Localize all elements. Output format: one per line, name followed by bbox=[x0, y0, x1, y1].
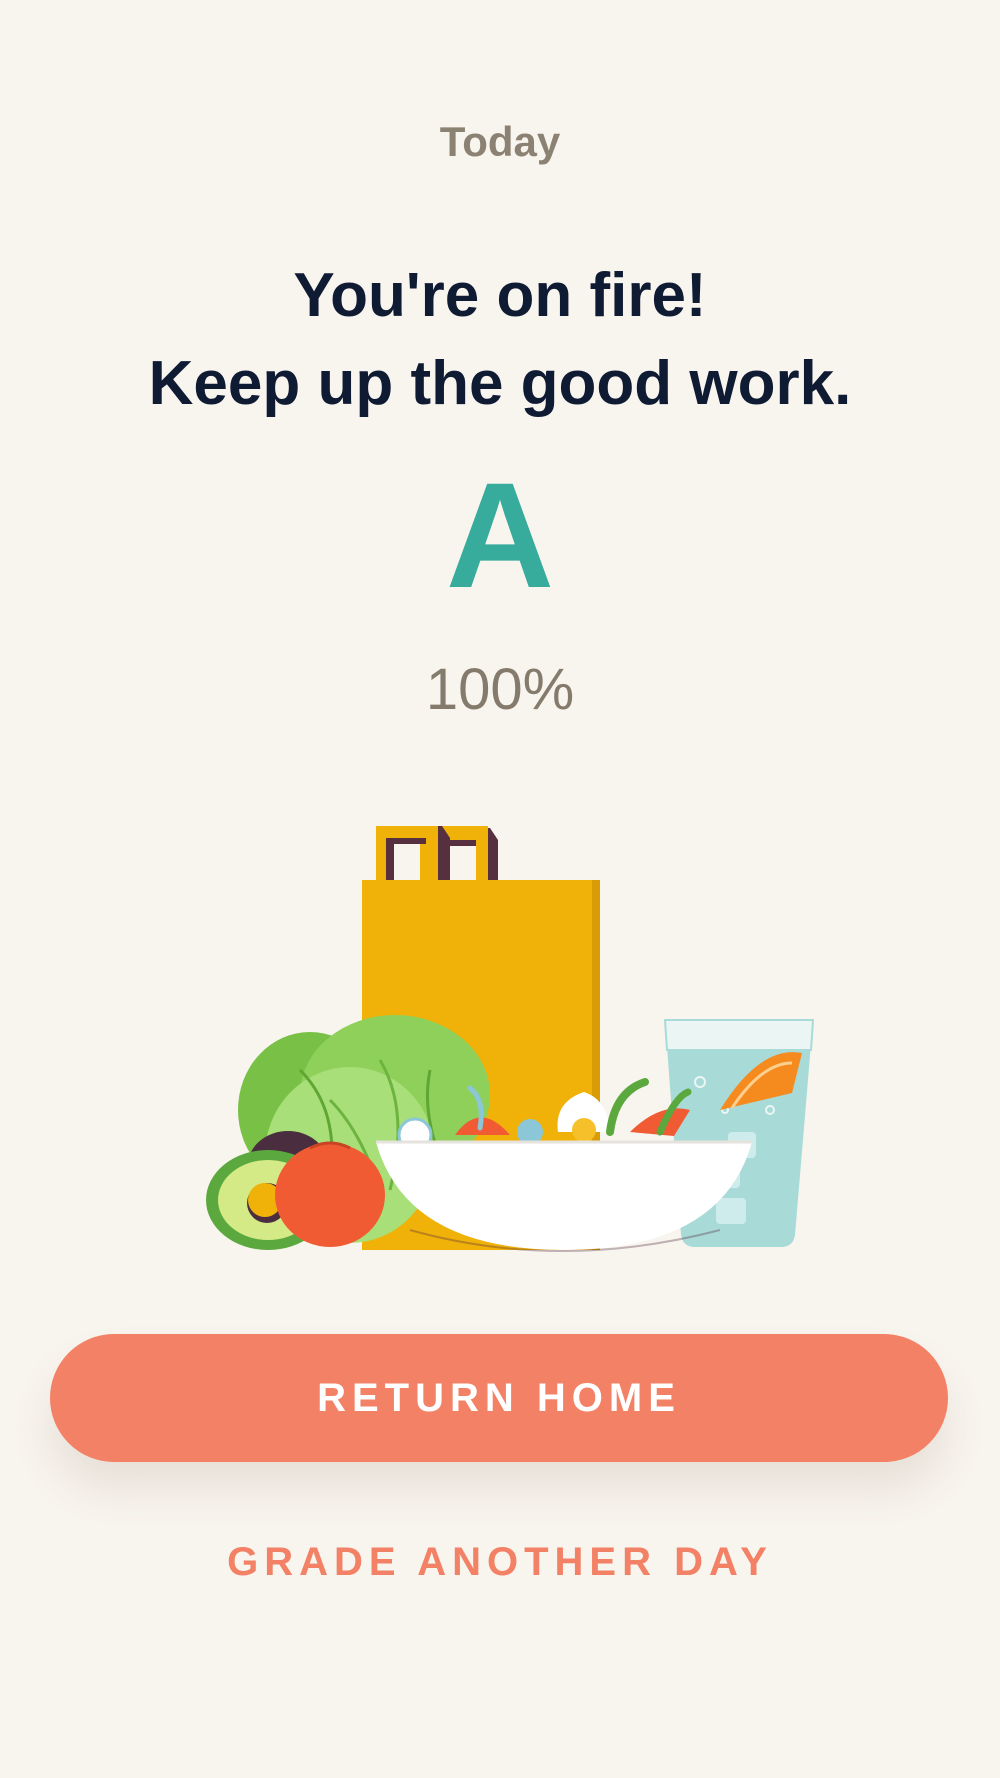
grocery-illustration bbox=[180, 810, 820, 1260]
headline-line-1: You're on fire! bbox=[293, 261, 707, 330]
headline-line-2: Keep up the good work. bbox=[148, 349, 852, 418]
grade-letter: A bbox=[445, 451, 555, 619]
headline: You're on fire! Keep up the good work. bbox=[0, 252, 1000, 428]
grade-percent: 100% bbox=[425, 657, 575, 722]
day-label: Today bbox=[439, 118, 561, 165]
grocery-bag-salad-illustration bbox=[206, 826, 815, 1252]
grade-result-screen: Today You're on fire! Keep up the good w… bbox=[0, 0, 1000, 1778]
return-home-button[interactable]: RETURN HOME bbox=[50, 1334, 948, 1462]
grade-another-day-button[interactable]: GRADE ANOTHER DAY bbox=[0, 1540, 1000, 1585]
